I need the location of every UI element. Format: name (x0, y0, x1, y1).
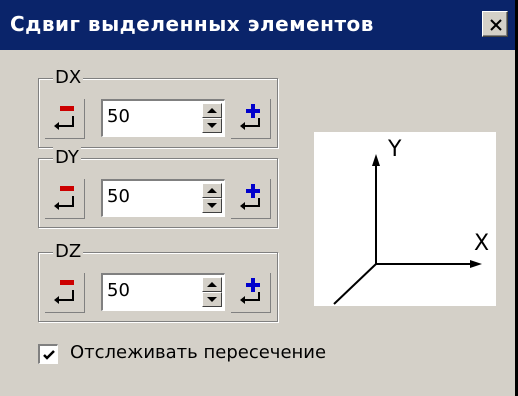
axis-y-label: Y (388, 137, 402, 162)
dx-value[interactable]: 50 (107, 106, 130, 127)
minus-enter-icon (54, 186, 74, 210)
dz-value[interactable]: 50 (107, 280, 130, 301)
group-dy: DY 50 (38, 147, 278, 228)
track-intersection-checkbox[interactable] (38, 344, 58, 364)
dy-spin-up-button[interactable] (202, 183, 222, 198)
dx-spin-up-button[interactable] (202, 103, 222, 118)
axes-preview: Y X (314, 132, 496, 306)
group-dz: DZ 50 (38, 241, 278, 322)
group-dz-label: DZ (53, 241, 84, 263)
group-dx: DX 50 (38, 67, 278, 148)
dz-increment-button[interactable] (231, 273, 271, 313)
track-intersection-row[interactable]: Отслеживать пересечение (38, 340, 378, 368)
dx-spin-down-button[interactable] (202, 118, 222, 133)
dy-decrement-button[interactable] (45, 179, 85, 219)
dy-spin-down-button[interactable] (202, 198, 222, 213)
checkmark-icon (43, 350, 55, 360)
dy-spinbox[interactable]: 50 (101, 179, 225, 217)
plus-enter-icon (240, 278, 260, 304)
window-title: Сдвиг выделенных элементов (10, 12, 374, 36)
dz-decrement-button[interactable] (45, 273, 85, 313)
close-icon (490, 19, 502, 31)
track-intersection-label: Отслеживать пересечение (70, 342, 327, 363)
dz-spin-arrows (202, 277, 222, 307)
axis-x-label: X (474, 231, 490, 256)
dz-spin-up-button[interactable] (202, 277, 222, 292)
minus-enter-icon (54, 106, 74, 130)
dy-value[interactable]: 50 (107, 186, 130, 207)
dialog-window: Сдвиг выделенных элементов DX 50 DY 50 D… (0, 0, 518, 396)
minus-enter-icon (54, 280, 74, 304)
group-dx-label: DX (53, 67, 84, 89)
dz-spin-down-button[interactable] (202, 292, 222, 307)
dy-increment-button[interactable] (231, 179, 271, 219)
dx-increment-button[interactable] (231, 99, 271, 139)
close-button[interactable] (482, 11, 508, 37)
title-bar[interactable]: Сдвиг выделенных элементов (0, 0, 515, 50)
dy-spin-arrows (202, 183, 222, 213)
dz-spinbox[interactable]: 50 (101, 273, 225, 311)
dx-spin-arrows (202, 103, 222, 133)
plus-enter-icon (240, 184, 260, 210)
plus-enter-icon (240, 104, 260, 130)
axes-icon (333, 154, 482, 305)
group-dy-label: DY (53, 147, 81, 169)
dx-spinbox[interactable]: 50 (101, 99, 225, 137)
dx-decrement-button[interactable] (45, 99, 85, 139)
